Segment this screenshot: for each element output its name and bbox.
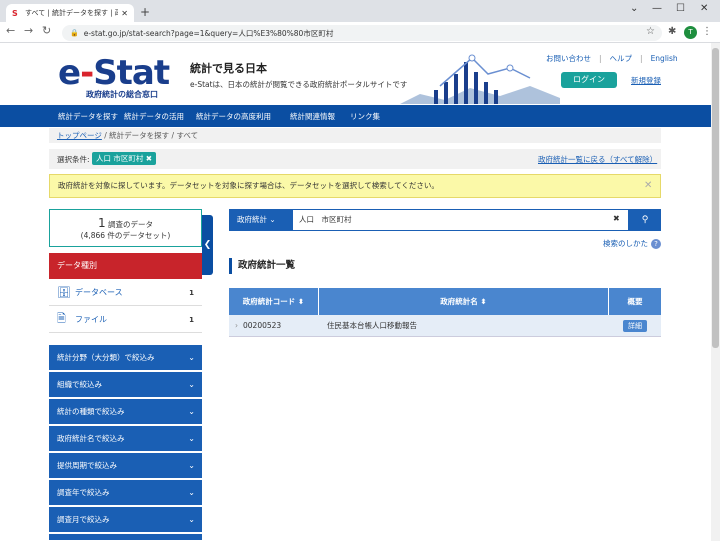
chevron-down-icon: ⌄ xyxy=(188,515,195,524)
data-type-file[interactable]: 🗎 ファイル 1 xyxy=(49,307,202,333)
kebab-menu-icon[interactable]: ⋮ xyxy=(702,26,712,37)
maximize-icon[interactable]: ☐ xyxy=(676,3,685,14)
tab-title: すべて | 統計データを探す | 政府統計 xyxy=(25,9,118,17)
search-input[interactable]: 人口 市区町村 xyxy=(292,209,629,231)
breadcrumb-current: すべて xyxy=(176,131,199,140)
facet-org[interactable]: 組織で絞込み ⌄ xyxy=(49,372,202,398)
reload-icon[interactable]: ↻ xyxy=(42,24,51,37)
table-header: 政府統計コード ⬍ 政府統計名 ⬍ 概要 xyxy=(229,288,661,315)
stat-name[interactable]: 住民基本台帳人口移動報告 xyxy=(319,315,609,336)
col-code[interactable]: 政府統計コード ⬍ xyxy=(229,288,319,315)
nav-item-links[interactable]: リンク集 xyxy=(350,111,380,122)
condition-label: 選択条件: xyxy=(57,155,90,164)
table-row: › 00200523 住民基本台帳人口移動報告 詳細 xyxy=(229,315,661,337)
bookmark-star-icon[interactable]: ☆ xyxy=(646,26,655,37)
result-count-label: 調査のデータ xyxy=(108,220,154,229)
facet-period[interactable]: 提供周期で絞込み ⌄ xyxy=(49,453,202,479)
col-summary: 概要 xyxy=(627,297,643,306)
col-name[interactable]: 政府統計名 ⬍ xyxy=(319,288,609,315)
lock-icon: 🔒 xyxy=(70,29,79,37)
chevron-down-icon: ⌄ xyxy=(188,488,195,497)
register-link[interactable]: 新規登録 xyxy=(631,75,661,86)
minimize-icon[interactable]: — xyxy=(652,3,662,14)
expand-caret-icon[interactable]: › xyxy=(235,321,238,330)
dropdown-chevron-icon: ⌄ xyxy=(269,215,276,224)
facet-field[interactable]: 統計分野（大分類）で絞込み ⌄ xyxy=(49,345,202,371)
help-link[interactable]: ヘルプ xyxy=(610,54,633,63)
site-logo[interactable]: e-Stat xyxy=(58,53,170,93)
favicon-icon: S xyxy=(12,8,18,18)
notice-banner: 政府統計を対象に探しています。データセットを対象に探す場合は、データセットを選択… xyxy=(49,174,661,198)
database-icon: 🗄 xyxy=(57,286,71,299)
chip-remove-icon[interactable]: ✖ xyxy=(146,154,152,163)
facet-stat-name[interactable]: 政府統計名で絞込み ⌄ xyxy=(49,426,202,452)
sort-icon: ⬍ xyxy=(480,297,487,306)
extensions-icon[interactable]: ✱ xyxy=(668,26,676,37)
close-tab-icon[interactable]: ✕ xyxy=(121,9,128,18)
chevron-down-icon: ⌄ xyxy=(188,353,195,362)
detail-button[interactable]: 詳細 xyxy=(623,319,647,332)
facet-year[interactable]: 調査年で絞込み ⌄ xyxy=(49,480,202,506)
search-target-select[interactable]: 政府統計 ⌄ xyxy=(229,209,292,231)
login-button[interactable]: ログイン xyxy=(561,72,617,88)
clear-search-icon[interactable]: ✖ xyxy=(613,214,620,223)
result-count-box: 1 調査のデータ (4,866 件のデータセット) xyxy=(49,209,202,247)
header-links: お問い合わせ | ヘルプ | English xyxy=(546,54,678,63)
nav-item-use[interactable]: 統計データの活用 xyxy=(124,111,184,122)
search-icon: ⚲ xyxy=(641,215,649,225)
search-button[interactable]: ⚲ xyxy=(629,209,661,231)
file-icon: 🗎 xyxy=(57,312,66,325)
forward-icon[interactable]: → xyxy=(24,24,33,37)
stat-code: 00200523 xyxy=(243,321,282,330)
chevron-down-icon: ⌄ xyxy=(188,407,195,416)
nav-item-search[interactable]: 統計データを探す xyxy=(58,111,118,122)
nav-item-related[interactable]: 統計関連情報 xyxy=(290,111,335,122)
sort-icon: ⬍ xyxy=(297,297,305,306)
breadcrumb: トップページ / 統計データを探す / すべて xyxy=(49,128,661,143)
back-icon[interactable]: ← xyxy=(6,24,15,37)
window-menu-icon[interactable]: ⌄ xyxy=(630,3,638,14)
database-count: 1 xyxy=(189,288,194,297)
data-type-header: データ種別 xyxy=(49,253,202,279)
section-title: 政府統計一覧 xyxy=(229,258,295,274)
facet-more xyxy=(49,534,202,541)
data-type-database[interactable]: 🗄 データベース 1 xyxy=(49,280,202,306)
result-count: 1 xyxy=(97,216,106,230)
new-tab-icon[interactable]: + xyxy=(140,5,150,19)
condition-chip[interactable]: 人口 市区町村 ✖ xyxy=(92,152,157,165)
site-title: 統計で見る日本 xyxy=(190,62,267,75)
reset-conditions-link[interactable]: 政府統計一覧に戻る（すべて解除） xyxy=(538,154,657,165)
facet-type[interactable]: 統計の種類で絞込み ⌄ xyxy=(49,399,202,425)
logo-subtitle: 政府統計の総合窓口 xyxy=(86,90,158,99)
breadcrumb-home[interactable]: トップページ xyxy=(57,131,102,140)
breadcrumb-item[interactable]: 統計データを探す xyxy=(109,131,169,140)
search-help-link[interactable]: 検索のしかた? xyxy=(603,238,661,249)
notice-close-icon[interactable]: ✕ xyxy=(644,180,652,191)
header-chart-decoration xyxy=(400,54,560,104)
window-close-icon[interactable]: ✕ xyxy=(700,3,708,14)
collapse-panel-button[interactable]: ❮ xyxy=(202,215,213,275)
url-text: e-stat.go.jp/stat-search?page=1&query=人口… xyxy=(83,28,334,38)
chevron-down-icon: ⌄ xyxy=(188,461,195,470)
english-link[interactable]: English xyxy=(651,54,678,63)
contact-link[interactable]: お問い合わせ xyxy=(546,54,591,63)
nav-item-advanced[interactable]: 統計データの高度利用 xyxy=(196,111,271,122)
chevron-down-icon: ⌄ xyxy=(188,434,195,443)
scrollbar-thumb[interactable] xyxy=(712,48,719,348)
avatar[interactable]: T xyxy=(684,26,697,39)
file-count: 1 xyxy=(189,315,194,324)
chevron-down-icon: ⌄ xyxy=(188,380,195,389)
question-icon: ? xyxy=(651,239,661,249)
dataset-count: (4,866 件のデータセット) xyxy=(80,231,171,240)
site-subtitle: e-Statは、日本の統計が閲覧できる政府統計ポータルサイトです xyxy=(190,80,408,89)
facet-month[interactable]: 調査月で絞込み ⌄ xyxy=(49,507,202,533)
url-field[interactable]: 🔒 e-stat.go.jp/stat-search?page=1&query=… xyxy=(62,25,662,41)
browser-tab[interactable]: S すべて | 統計データを探す | 政府統計 ✕ xyxy=(6,4,134,22)
stats-table: 政府統計コード ⬍ 政府統計名 ⬍ 概要 › 00200523 住民基本台帳人口移… xyxy=(229,288,661,337)
